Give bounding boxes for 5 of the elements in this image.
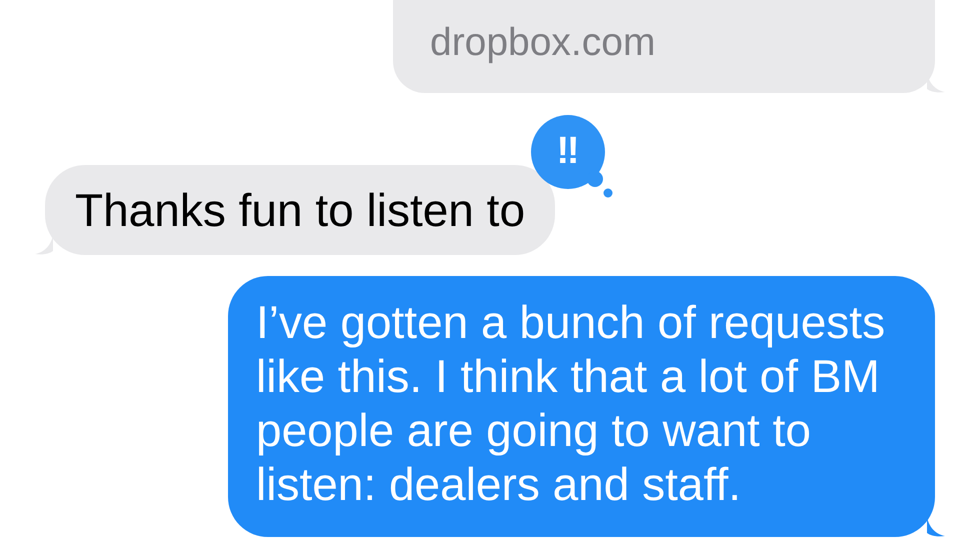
tapback-mark: ‼ <box>556 129 580 174</box>
link-domain: dropbox.com <box>430 21 656 65</box>
link-preview-bubble[interactable]: dropbox.com <box>393 0 935 93</box>
message-text: I’ve gotten a bunch of requests like this. I think that a lot of BM people are going to want to listen: dealers and staff. <box>256 295 886 511</box>
message-text: Thanks fun to listen to <box>75 184 526 236</box>
